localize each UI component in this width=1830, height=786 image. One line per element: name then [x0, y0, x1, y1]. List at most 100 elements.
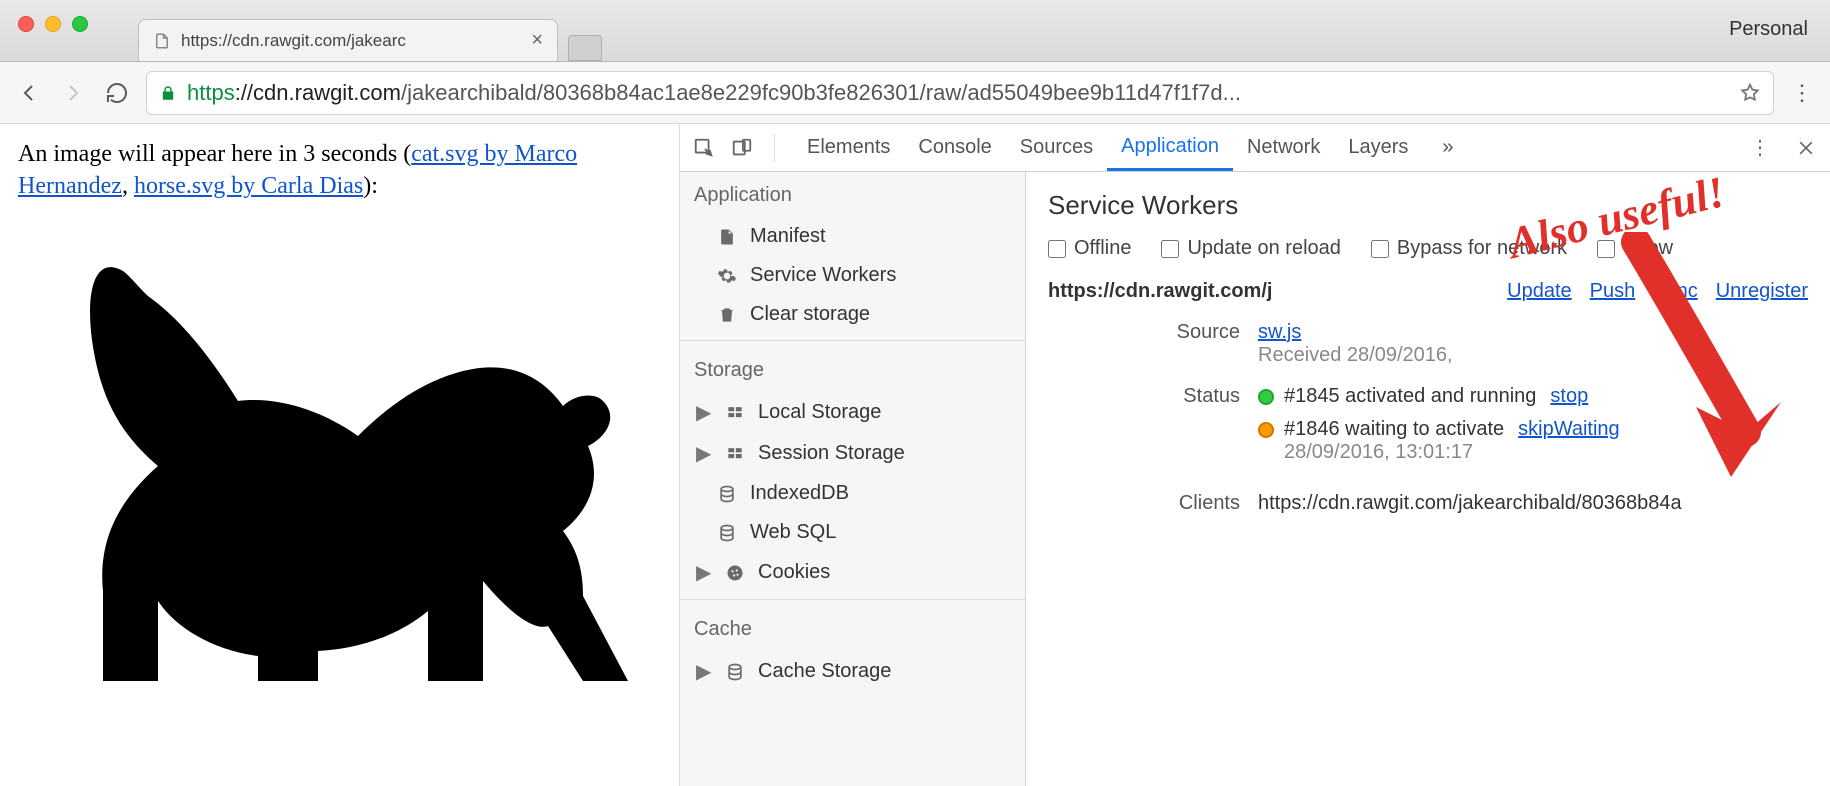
checkbox[interactable]: [1048, 240, 1066, 258]
sidebar-item-label: IndexedDB: [750, 482, 849, 505]
cat-image: [18, 211, 661, 711]
sw-check-bypass-for-network[interactable]: Bypass for network: [1371, 237, 1567, 260]
check-label: Update on reload: [1187, 237, 1340, 260]
sw-source-link[interactable]: sw.js: [1258, 321, 1301, 343]
gear-icon: [716, 265, 738, 287]
sw-origin: https://cdn.rawgit.com/j: [1048, 280, 1272, 303]
sw-actions: Update Push Sync Unregister: [1507, 280, 1808, 303]
sidebar-item-manifest[interactable]: Manifest: [680, 217, 1025, 256]
file-icon: [153, 32, 171, 50]
devtools-tab-application[interactable]: Application: [1107, 124, 1233, 171]
checkbox[interactable]: [1371, 240, 1389, 258]
sw-check-update-on-reload[interactable]: Update on reload: [1161, 237, 1340, 260]
application-sidebar: Application Manifest Service Workers Clear …: [680, 172, 1026, 786]
sidebar-item-cookies[interactable]: ▶Cookies: [680, 552, 1025, 593]
sidebar-item-session-storage[interactable]: ▶ Session Storage: [680, 433, 1025, 474]
sidebar-item-service-workers[interactable]: Service Workers: [680, 256, 1025, 295]
sidebar-item-label: Clear storage: [750, 303, 870, 326]
expand-arrow-icon: ▶: [696, 659, 708, 684]
forward-button[interactable]: [58, 78, 88, 108]
sidebar-item-label: Session Storage: [758, 442, 905, 465]
tabs-overflow-button[interactable]: »: [1432, 136, 1463, 159]
row-label: Source: [1048, 321, 1258, 367]
address-bar[interactable]: https://cdn.rawgit.com/jakearchibald/803…: [146, 71, 1774, 115]
link-horse-svg[interactable]: horse.svg by Carla Dias: [134, 173, 363, 199]
panel-title: Service Workers: [1048, 190, 1808, 221]
checkbox[interactable]: [1597, 240, 1615, 258]
check-label: Offline: [1074, 237, 1131, 260]
sidebar-section-storage: Storage: [680, 347, 1025, 392]
devtools-tabstrip: ElementsConsoleSourcesApplicationNetwork…: [680, 124, 1830, 172]
devtools-tab-elements[interactable]: Elements: [793, 124, 904, 171]
cookie-icon: [724, 562, 746, 584]
sidebar-item-label: Manifest: [750, 225, 826, 248]
sw-client-url: https://cdn.rawgit.com/jakearchibald/803…: [1258, 492, 1808, 515]
sidebar-item-label: Cache Storage: [758, 660, 891, 683]
sw-options-row: Offline Update on reload Bypass for networ…: [1048, 237, 1808, 260]
sidebar-item-local-storage[interactable]: ▶ Local Storage: [680, 392, 1025, 433]
status-dot-orange-icon: [1258, 422, 1274, 438]
sw-skipwaiting-link[interactable]: skipWaiting: [1518, 418, 1620, 440]
window-close-button[interactable]: [18, 16, 34, 32]
sidebar-item-label: Service Workers: [750, 264, 896, 287]
grid-icon: [724, 402, 746, 424]
sw-check-offline[interactable]: Offline: [1048, 237, 1131, 260]
inspect-element-icon[interactable]: [690, 134, 718, 162]
sidebar-item-label: Web SQL: [750, 521, 836, 544]
content-area: An image will appear here in 3 seconds (…: [0, 124, 1830, 786]
sw-action-update[interactable]: Update: [1507, 280, 1572, 303]
sw-status-row: Status #1845 activated and runningstop #…: [1048, 385, 1808, 474]
devtools-menu-button[interactable]: ⋮: [1746, 134, 1774, 162]
sw-action-sync[interactable]: Sync: [1653, 280, 1697, 303]
sidebar-section-cache: Cache: [680, 606, 1025, 651]
new-tab-button[interactable]: [568, 35, 602, 61]
db-icon: [716, 483, 738, 505]
check-label: Show: [1623, 237, 1673, 260]
trash-icon: [716, 304, 738, 326]
sw-check-show[interactable]: Show: [1597, 237, 1673, 260]
checkbox[interactable]: [1161, 240, 1179, 258]
devtools-tab-console[interactable]: Console: [904, 124, 1005, 171]
device-toolbar-icon[interactable]: [728, 134, 756, 162]
sidebar-item-label: Local Storage: [758, 401, 881, 424]
devtools-close-button[interactable]: [1792, 134, 1820, 162]
sidebar-section-application: Application: [680, 172, 1025, 217]
reload-button[interactable]: [102, 78, 132, 108]
expand-arrow-icon: ▶: [696, 441, 708, 466]
sidebar-item-clear-storage[interactable]: Clear storage: [680, 295, 1025, 334]
db-icon: [716, 522, 738, 544]
devtools-tab-layers[interactable]: Layers: [1334, 124, 1422, 171]
sw-source-row: Source sw.js Received 28/09/2016,: [1048, 321, 1808, 367]
devtools-body: Application Manifest Service Workers Clear …: [680, 172, 1830, 786]
bookmark-star-icon[interactable]: [1739, 82, 1761, 104]
sw-status-waiting: #1846 waiting to activateskipWaiting 28/…: [1258, 418, 1808, 464]
annotation-overlay: Also useful!: [1026, 172, 1830, 786]
back-button[interactable]: [14, 78, 44, 108]
window-zoom-button[interactable]: [72, 16, 88, 32]
sidebar-item-web-sql[interactable]: Web SQL: [680, 513, 1025, 552]
sidebar-item-cache-storage[interactable]: ▶ Cache Storage: [680, 651, 1025, 692]
file-icon: [716, 226, 738, 248]
status-dot-green-icon: [1258, 389, 1274, 405]
sw-stop-link[interactable]: stop: [1550, 385, 1588, 407]
expand-arrow-icon: ▶: [696, 400, 708, 425]
db-icon: [724, 661, 746, 683]
browser-menu-button[interactable]: ⋮: [1788, 80, 1816, 106]
traffic-lights: [0, 0, 88, 32]
sw-action-unregister[interactable]: Unregister: [1716, 280, 1808, 303]
lock-icon: [159, 84, 177, 102]
page-intro: An image will appear here in 3 seconds (…: [18, 138, 661, 203]
sw-action-push[interactable]: Push: [1590, 280, 1636, 303]
sidebar-item-label: Cookies: [758, 561, 830, 584]
devtools-tab-sources[interactable]: Sources: [1006, 124, 1107, 171]
devtools-tab-network[interactable]: Network: [1233, 124, 1334, 171]
sidebar-item-indexeddb[interactable]: IndexedDB: [680, 474, 1025, 513]
title-bar: https://cdn.rawgit.com/jakearc × Persona…: [0, 0, 1830, 62]
tab-close-button[interactable]: ×: [531, 29, 543, 52]
devtools: ElementsConsoleSourcesApplicationNetwork…: [680, 124, 1830, 786]
url-text: https://cdn.rawgit.com/jakearchibald/803…: [187, 80, 1241, 106]
grid-icon: [724, 443, 746, 465]
window-minimize-button[interactable]: [45, 16, 61, 32]
profile-label[interactable]: Personal: [1729, 18, 1808, 41]
browser-tab[interactable]: https://cdn.rawgit.com/jakearc ×: [138, 19, 558, 61]
